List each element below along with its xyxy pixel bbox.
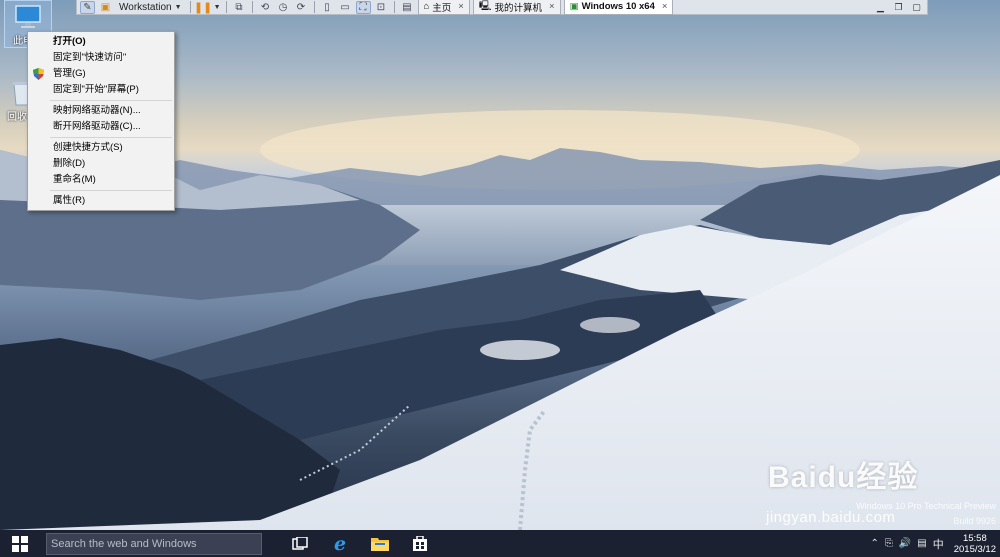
menu-item-rename[interactable]: 重命名(M) bbox=[28, 172, 174, 188]
revert-snapshot-icon[interactable]: ◷ bbox=[276, 1, 291, 14]
menu-item-pin-start[interactable]: 固定到"开始"屏幕(P) bbox=[28, 82, 174, 98]
chevron-down-icon: ▼ bbox=[174, 3, 182, 11]
send-keys-icon[interactable]: ⧉ bbox=[232, 1, 247, 14]
task-view-icon bbox=[292, 536, 308, 550]
menu-item-disconnect-network-drive[interactable]: 断开网络驱动器(C)... bbox=[28, 119, 174, 135]
toolbar-divider bbox=[189, 1, 191, 13]
maximize-icon[interactable]: ▢ bbox=[909, 1, 924, 13]
fullscreen-icon[interactable]: ⛶ bbox=[355, 0, 371, 14]
snapshot-manager-icon[interactable]: ⟳ bbox=[294, 1, 309, 14]
home-icon: ⌂ bbox=[423, 1, 430, 12]
close-icon[interactable]: × bbox=[458, 1, 464, 12]
menu-item-create-shortcut[interactable]: 创建快捷方式(S) bbox=[28, 140, 174, 156]
computer-icon: 🖳 bbox=[478, 0, 492, 12]
tab-label: 主页 bbox=[432, 2, 452, 14]
os-build-watermark: Build 9926 bbox=[953, 516, 996, 526]
menu-item-manage[interactable]: 管理(G) bbox=[28, 66, 174, 82]
workstation-label: Workstation bbox=[119, 1, 172, 13]
context-menu: 打开(O) 固定到"快速访问" 管理(G) 固定到"开始"屏幕(P) 映射网络驱… bbox=[27, 31, 175, 211]
tab-label: Windows 10 x64 bbox=[581, 1, 655, 12]
action-center-icon[interactable]: ▤ bbox=[917, 538, 926, 549]
menu-item-delete[interactable]: 删除(D) bbox=[28, 156, 174, 172]
toolbar-divider bbox=[313, 1, 315, 13]
tab-label: 我的计算机 bbox=[494, 2, 543, 14]
internet-explorer-button[interactable]: e bbox=[320, 530, 360, 557]
clock-time: 15:58 bbox=[962, 532, 987, 544]
stretch-icon[interactable]: ⊡ bbox=[374, 1, 389, 14]
workstation-menu[interactable]: Workstation ▼ bbox=[116, 2, 185, 13]
windows-logo-icon bbox=[12, 535, 28, 552]
baidu-jingyan-logo: Baidu经验 bbox=[768, 461, 919, 494]
this-pc-icon bbox=[15, 5, 41, 28]
menu-item-label: 管理(G) bbox=[53, 68, 86, 79]
store-icon bbox=[413, 535, 427, 551]
restore-icon[interactable]: ❐ bbox=[891, 1, 906, 13]
toolbar-divider bbox=[251, 1, 253, 13]
tab-windows-10-x64[interactable]: ▣ Windows 10 x64 × bbox=[563, 0, 674, 15]
fullscreen-pin-icon[interactable]: ✎ bbox=[80, 0, 95, 14]
console-view-icon[interactable]: ▯ bbox=[320, 1, 335, 14]
tab-my-computer[interactable]: 🖳 我的计算机 × bbox=[472, 0, 561, 15]
menu-item-properties[interactable]: 属性(R) bbox=[28, 193, 174, 209]
close-icon[interactable]: × bbox=[662, 1, 668, 12]
tab-home[interactable]: ⌂ 主页 × bbox=[417, 0, 470, 15]
show-hidden-icons-icon[interactable]: ⌃ bbox=[870, 538, 878, 549]
thumbnail-icon[interactable]: ▤ bbox=[400, 1, 415, 14]
menu-separator bbox=[50, 190, 172, 191]
minimize-icon[interactable]: ▁ bbox=[873, 1, 888, 13]
pause-icon[interactable]: ❚❚ bbox=[194, 1, 212, 14]
volume-icon[interactable]: 🔊 bbox=[899, 538, 911, 549]
task-view-button[interactable] bbox=[280, 530, 320, 557]
taskbar: Search the web and Windows e ⌃ ⎘ 🔊 ▤ 中 1… bbox=[0, 530, 1000, 557]
close-icon[interactable]: × bbox=[549, 1, 555, 12]
menu-separator bbox=[50, 100, 172, 101]
start-button[interactable] bbox=[0, 530, 40, 557]
uac-shield-icon bbox=[33, 68, 44, 80]
vmware-toolbar: ✎ ▣ Workstation ▼ ❚❚ ▼ ⧉ ⟲ ◷ ⟳ ▯ ▭ ⛶ ⊡ ▤… bbox=[76, 0, 928, 15]
internet-explorer-icon: e bbox=[333, 532, 347, 555]
clock-date: 2015/3/12 bbox=[953, 543, 996, 555]
toolbar-divider bbox=[393, 1, 395, 13]
menu-item-map-network-drive[interactable]: 映射网络驱动器(N)... bbox=[28, 103, 174, 119]
chevron-down-icon[interactable]: ▼ bbox=[214, 4, 221, 11]
system-tray: ⌃ ⎘ 🔊 ▤ 中 15:58 2015/3/12 bbox=[870, 530, 1000, 557]
menu-item-open[interactable]: 打开(O) bbox=[28, 34, 174, 50]
toolbar-divider bbox=[225, 1, 227, 13]
taskbar-search-input[interactable]: Search the web and Windows bbox=[46, 532, 262, 555]
store-button[interactable] bbox=[400, 530, 440, 557]
baidu-jingyan-url: jingyan.baidu.com bbox=[766, 509, 896, 526]
file-explorer-button[interactable] bbox=[360, 530, 400, 557]
unity-icon[interactable]: ▭ bbox=[338, 1, 353, 14]
ime-indicator[interactable]: 中 bbox=[933, 536, 944, 552]
network-icon[interactable]: ⎘ bbox=[885, 538, 893, 549]
taskbar-clock[interactable]: 15:58 2015/3/12 bbox=[954, 533, 996, 555]
snapshot-icon[interactable]: ⟲ bbox=[258, 1, 273, 14]
file-explorer-icon bbox=[371, 538, 389, 551]
menu-separator bbox=[50, 137, 172, 138]
menu-item-pin-quick-access[interactable]: 固定到"快速访问" bbox=[28, 50, 174, 66]
library-icon[interactable]: ▣ bbox=[98, 1, 113, 14]
vm-icon: ▣ bbox=[569, 1, 579, 12]
